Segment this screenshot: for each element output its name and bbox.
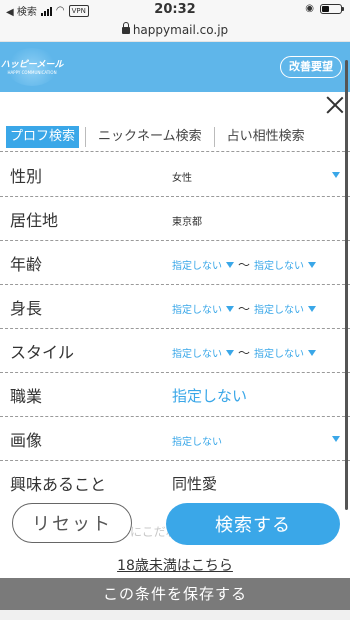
age-row: 年齢 指定しない 〜 指定しない (0, 241, 350, 285)
clock: 20:32 (154, 2, 196, 17)
job-row[interactable]: 職業 指定しない (0, 373, 350, 417)
job-label: 職業 (10, 387, 43, 406)
tab-fortune-search[interactable]: 占い相性検索 (221, 126, 311, 148)
status-bar: ◀ 検索 ◠ VPN 20:32 ◉ (0, 0, 350, 20)
job-select[interactable]: 指定しない (172, 385, 247, 406)
chevron-down-icon (332, 436, 340, 442)
tab-profile-search[interactable]: プロフ検索 (6, 125, 80, 148)
happymail-logo[interactable]: ハッピーメール HAPPY COMMUNICATION (1, 48, 63, 86)
url-host: happymail.co.jp (132, 23, 229, 37)
residence-select[interactable]: 東京都 (172, 213, 202, 228)
image-select[interactable]: 指定しない (172, 433, 222, 448)
chevron-down-icon (226, 261, 234, 268)
improvement-request-button[interactable]: 改善要望 (280, 56, 342, 78)
range-separator: 〜 (238, 346, 251, 360)
chevron-down-icon (226, 305, 234, 312)
save-conditions-button[interactable]: この条件を保存する (0, 578, 350, 610)
tab-divider (85, 126, 87, 147)
reset-button[interactable]: リセット (12, 503, 132, 543)
age-label: 年齢 (10, 255, 43, 274)
residence-label: 居住地 (10, 211, 59, 230)
height-label: 身長 (10, 299, 43, 318)
residence-row[interactable]: 居住地 東京都 (0, 197, 350, 241)
under-18-link[interactable]: 18歳未満はこちら (0, 555, 350, 575)
style-label: スタイル (10, 343, 75, 362)
tab-divider (213, 126, 215, 147)
range-separator: 〜 (238, 258, 251, 272)
height-row: 身長 指定しない 〜 指定しない (0, 285, 350, 329)
interest-row[interactable]: 興味あること 同性愛 (0, 461, 350, 505)
battery-icon (320, 3, 344, 14)
chevron-down-icon (332, 172, 340, 178)
image-row[interactable]: 画像 指定しない (0, 417, 350, 461)
logo-subtext: HAPPY COMMUNICATION (7, 69, 57, 75)
image-label: 画像 (10, 431, 43, 450)
gender-label: 性別 (10, 167, 43, 186)
tab-nickname-search[interactable]: ニックネーム検索 (92, 126, 208, 148)
range-separator: 〜 (238, 302, 251, 316)
chevron-down-icon (226, 349, 234, 356)
logo-text: ハッピーメール (0, 59, 64, 70)
lock-icon (121, 22, 130, 34)
style-row: スタイル 指定しない 〜 指定しない (0, 329, 350, 373)
close-icon[interactable] (326, 96, 344, 114)
search-form: 性別 女性 居住地 東京都 年齢 指定しない 〜 指定しない 身長 指定しない … (0, 153, 350, 505)
gender-row[interactable]: 性別 女性 (0, 153, 350, 197)
status-right: ◉ (305, 3, 344, 14)
scrollbar[interactable] (345, 60, 348, 510)
interest-value[interactable]: 同性愛 (172, 473, 217, 494)
style-to-select[interactable]: 指定しない (254, 345, 304, 360)
chevron-down-icon (308, 261, 317, 268)
orientation-lock-icon: ◉ (305, 3, 314, 14)
chevron-down-icon (308, 305, 317, 312)
height-range: 指定しない 〜 指定しない (172, 300, 317, 317)
site-header: ハッピーメール HAPPY COMMUNICATION 改善要望 (0, 42, 350, 92)
chevron-down-icon (308, 349, 317, 356)
height-to-select[interactable]: 指定しない (254, 301, 304, 316)
close-row (0, 92, 350, 118)
style-range: 指定しない 〜 指定しない (172, 344, 317, 361)
bottom-strip (0, 610, 350, 620)
age-to-select[interactable]: 指定しない (254, 257, 304, 272)
url-bar[interactable]: happymail.co.jp (0, 20, 350, 42)
search-button[interactable]: 検索する (166, 503, 340, 545)
search-tabs: プロフ検索 ニックネーム検索 占い相性検索 (0, 122, 350, 152)
interest-label: 興味あること (10, 475, 107, 494)
age-range: 指定しない 〜 指定しない (172, 256, 317, 273)
gender-select[interactable]: 女性 (172, 169, 192, 184)
style-from-select[interactable]: 指定しない (172, 345, 222, 360)
age-from-select[interactable]: 指定しない (172, 257, 222, 272)
height-from-select[interactable]: 指定しない (172, 301, 222, 316)
